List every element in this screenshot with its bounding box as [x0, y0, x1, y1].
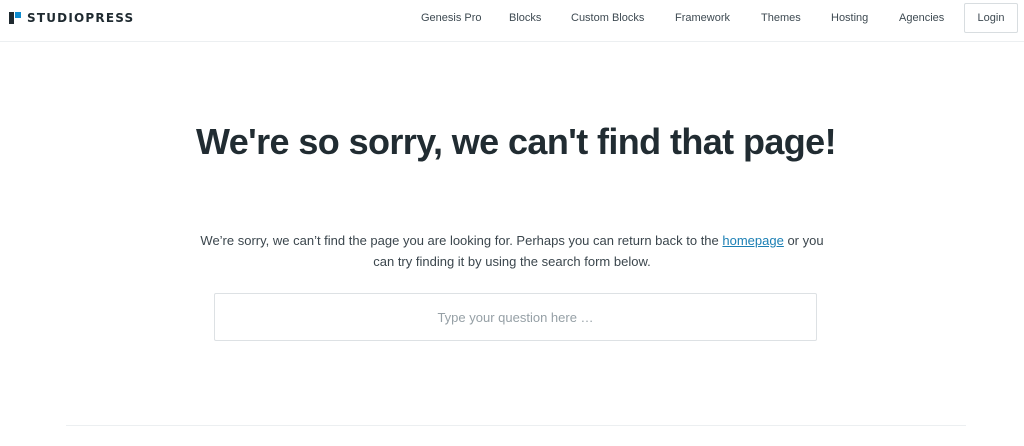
login-button[interactable]: Login [964, 3, 1018, 33]
nav-item-agencies[interactable]: Agencies [899, 0, 944, 36]
search-input[interactable] [214, 293, 817, 341]
page-title: We're so sorry, we can't find that page! [196, 121, 837, 162]
footer-divider [66, 425, 966, 426]
nav-item-themes[interactable]: Themes [761, 0, 801, 36]
main-nav: Genesis Pro Blocks Custom Blocks Framewo… [0, 0, 1024, 36]
nav-item-framework[interactable]: Framework [675, 0, 730, 36]
nav-item-hosting[interactable]: Hosting [831, 0, 868, 36]
nav-item-genesis-pro[interactable]: Genesis Pro [421, 0, 482, 36]
message-text-start: We’re sorry, we can’t find the page you … [200, 233, 723, 248]
site-header: STUDIOPRESS Genesis Pro Blocks Custom Bl… [0, 0, 1024, 42]
nav-item-blocks[interactable]: Blocks [509, 0, 541, 36]
nav-item-custom-blocks[interactable]: Custom Blocks [571, 0, 644, 36]
homepage-link[interactable]: homepage [722, 233, 783, 248]
not-found-message: We’re sorry, we can’t find the page you … [196, 230, 828, 272]
